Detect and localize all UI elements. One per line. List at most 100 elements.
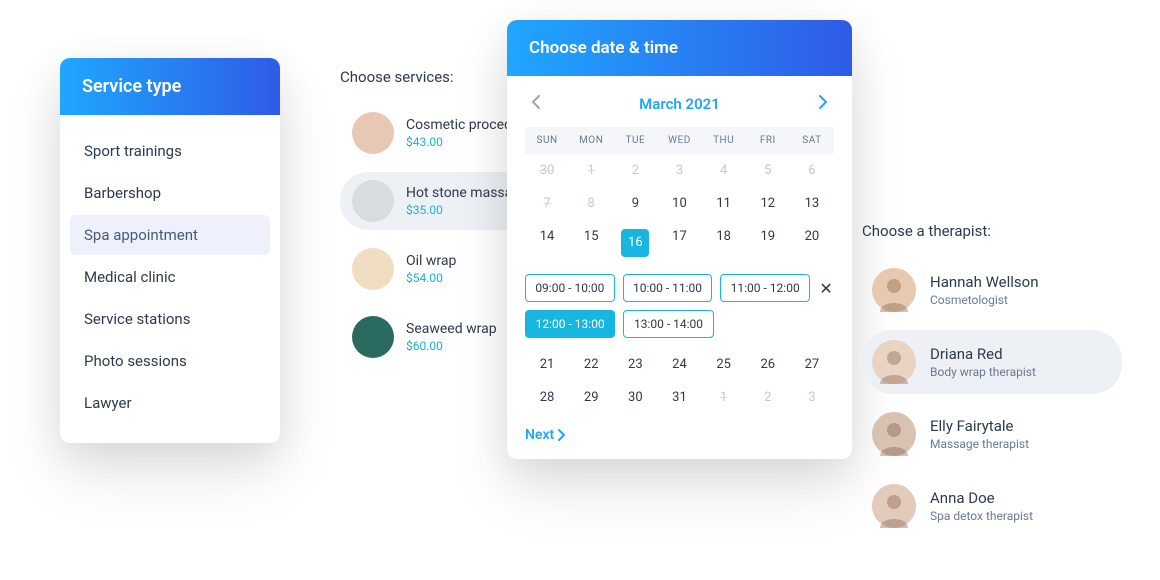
therapist-column: Choose a therapist: Hannah WellsonCosmet… [862,222,1122,546]
calendar-day[interactable]: 19 [746,220,790,266]
calendar-dow: SUN [525,127,569,154]
service-type-item[interactable]: Sport trainings [70,131,270,171]
calendar-day[interactable]: 12 [746,187,790,220]
time-slot-row: 12:00 - 13:00 13:00 - 14:00 [525,310,834,338]
calendar-day[interactable]: 31 [657,381,701,414]
service-type-item[interactable]: Medical clinic [70,257,270,297]
therapist-name: Driana Red [930,345,1036,363]
calendar-nav: March 2021 [525,90,834,117]
calendar-day[interactable]: 27 [790,348,834,381]
close-slots-button[interactable]: ✕ [818,279,834,298]
service-thumb [352,112,394,154]
therapist-role: Cosmetologist [930,293,1038,307]
service-name: Seaweed wrap [406,321,497,337]
calendar-day[interactable]: 7 [525,187,569,220]
therapist-role: Spa detox therapist [930,509,1033,523]
calendar-day[interactable]: 29 [569,381,613,414]
calendar-day[interactable]: 22 [569,348,613,381]
time-slot[interactable]: 11:00 - 12:00 [720,274,810,302]
calendar-day[interactable]: 20 [790,220,834,266]
calendar-dow: TUE [613,127,657,154]
calendar-panel: Choose date & time March 2021 SUNMONTUEW… [507,20,852,459]
time-slot[interactable]: 12:00 - 13:00 [525,310,615,338]
therapist-item[interactable]: Elly FairytaleMassage therapist [862,402,1122,466]
calendar-day[interactable]: 6 [790,154,834,187]
chevron-right-icon [818,95,828,109]
calendar-day[interactable]: 24 [657,348,701,381]
service-type-item[interactable]: Lawyer [70,383,270,423]
service-thumb [352,180,394,222]
calendar-dow: SAT [790,127,834,154]
therapist-avatar [872,412,916,456]
service-type-list: Sport trainingsBarbershopSpa appointment… [60,115,280,443]
service-price: $54.00 [406,271,456,285]
calendar-day[interactable]: 28 [525,381,569,414]
service-type-item[interactable]: Service stations [70,299,270,339]
therapist-role: Body wrap therapist [930,365,1036,379]
calendar-day[interactable]: 9 [613,187,657,220]
calendar-day[interactable]: 5 [746,154,790,187]
calendar-day[interactable]: 26 [746,348,790,381]
avatar-icon [872,484,916,528]
calendar-day[interactable]: 21 [525,348,569,381]
calendar-day[interactable]: 17 [657,220,701,266]
calendar-dow: FRI [746,127,790,154]
service-type-title: Service type [60,58,280,115]
therapist-avatar [872,268,916,312]
time-slots: 09:00 - 10:00 10:00 - 11:0011:00 - 12:00 ✕… [525,274,834,338]
calendar-day[interactable]: 13 [790,187,834,220]
calendar-day[interactable]: 30 [613,381,657,414]
calendar-title: Choose date & time [507,20,852,76]
calendar-week-row: 78910111213 [525,187,834,220]
calendar-day[interactable]: 25 [702,348,746,381]
avatar-icon [872,268,916,312]
calendar-day[interactable]: 1 [702,381,746,414]
calendar-day[interactable]: 30 [525,154,569,187]
calendar-day[interactable]: 23 [613,348,657,381]
calendar-day[interactable]: 3 [657,154,701,187]
time-slot[interactable]: 09:00 - 10:00 [525,274,615,302]
calendar-day[interactable]: 3 [790,381,834,414]
calendar-day[interactable]: 8 [569,187,613,220]
therapist-list: Hannah Wellson Cosmetologist Driana Red Bod… [862,258,1122,538]
calendar-day[interactable]: 4 [702,154,746,187]
therapist-item[interactable]: Anna DoeSpa detox therapist [862,474,1122,538]
service-type-item[interactable]: Barbershop [70,173,270,213]
service-type-item[interactable]: Photo sessions [70,341,270,381]
next-button-label: Next [525,427,554,443]
time-slot-row: 09:00 - 10:00 10:00 - 11:0011:00 - 12:00 ✕ [525,274,834,302]
calendar-week-row: 30123456 [525,154,834,187]
calendar-dow: WED [657,127,701,154]
calendar-week-row: 28293031123 [525,381,834,414]
service-thumb [352,248,394,290]
calendar-week-row: 21222324252627 [525,348,834,381]
next-month-button[interactable] [812,90,834,117]
calendar-day[interactable]: 14 [525,220,569,266]
calendar-day[interactable]: 16 [613,220,657,266]
therapist-avatar [872,484,916,528]
calendar-day[interactable]: 10 [657,187,701,220]
therapist-avatar [872,340,916,384]
therapist-item[interactable]: Hannah Wellson Cosmetologist [862,258,1122,322]
calendar-day[interactable]: 2 [613,154,657,187]
calendar-day[interactable]: 15 [569,220,613,266]
calendar-grid: 301234567891011121314151617181920 [525,154,834,266]
calendar-dow-row: SUNMONTUEWEDTHUFRISAT [525,127,834,154]
time-slot[interactable]: 10:00 - 11:00 [623,274,713,302]
therapist-item[interactable]: Driana Red Body wrap therapist [862,330,1122,394]
calendar-day[interactable]: 18 [702,220,746,266]
service-price: $60.00 [406,339,497,353]
time-slot[interactable]: 13:00 - 14:00 [623,310,713,338]
avatar-icon [872,412,916,456]
prev-month-button[interactable] [525,90,547,117]
therapist-name: Hannah Wellson [930,273,1038,291]
calendar-day[interactable]: 2 [746,381,790,414]
calendar-day[interactable]: 11 [702,187,746,220]
calendar-day[interactable]: 1 [569,154,613,187]
next-button[interactable]: Next [525,427,566,443]
calendar-month-label: March 2021 [639,95,720,113]
therapist-name: Elly Fairytale [930,417,1029,435]
service-type-item[interactable]: Spa appointment [70,215,270,255]
calendar-week-row: 14151617181920 [525,220,834,266]
service-thumb [352,316,394,358]
